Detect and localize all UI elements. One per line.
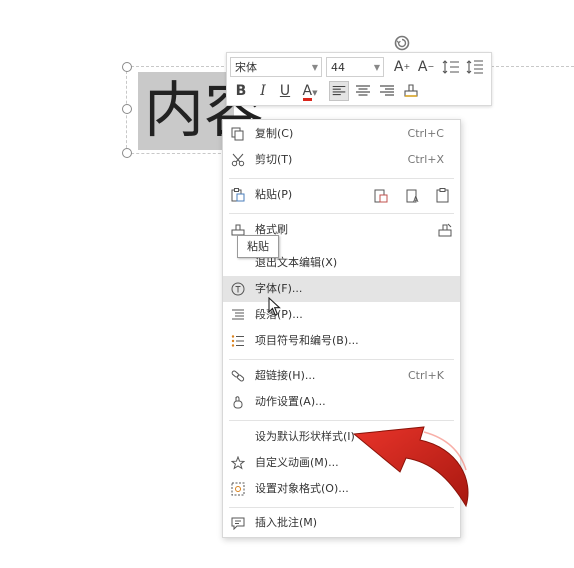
menu-item-label: 超链接(H)... — [255, 369, 316, 382]
menu-item-label: 复制(C) — [255, 127, 294, 140]
underline-button[interactable]: U — [275, 81, 295, 101]
menu-item-label: 剪切(T) — [255, 153, 293, 166]
paste-tooltip: 粘贴 — [237, 235, 279, 258]
mouse-cursor-icon — [268, 297, 281, 316]
paste-text-only-icon[interactable]: A — [405, 188, 421, 204]
menu-item-label: 设为默认形状样式(I) — [255, 430, 355, 443]
paste-special-icon[interactable] — [435, 188, 451, 204]
menu-separator — [229, 359, 454, 360]
menu-item-font[interactable]: 字体(F)... — [223, 276, 460, 302]
menu-item-bullets[interactable]: 项目符号和编号(B)... — [223, 328, 460, 354]
copy-icon — [231, 127, 244, 141]
menu-item-paragraph[interactable]: 段落(P)... — [223, 302, 460, 328]
slide-text-content[interactable]: 内容 — [138, 72, 264, 150]
format-painter-icon[interactable] — [437, 222, 453, 238]
menu-separator — [229, 178, 454, 179]
font-color-button[interactable]: A▼ — [299, 81, 321, 101]
line-spacing-icon[interactable] — [441, 57, 461, 77]
menu-item-label: 项目符号和编号(B)... — [255, 334, 359, 347]
insert-comment-icon — [231, 517, 245, 530]
font-name-value: 宋体 — [235, 61, 257, 74]
action-icon — [233, 396, 243, 409]
font-name-select[interactable]: 宋体 ▼ — [230, 57, 322, 77]
annotation-arrow-icon — [352, 426, 469, 508]
paste-icon — [231, 188, 245, 202]
menu-item-hyperlink[interactable]: 超链接(H)... Ctrl+K — [223, 363, 460, 389]
decrease-font-size-button[interactable]: A− — [415, 57, 437, 77]
menu-item-insert-comment[interactable]: 插入批注(M) — [223, 510, 460, 536]
textbox-border-bottom — [126, 153, 226, 154]
format-painter-icon[interactable] — [401, 81, 421, 101]
align-right-icon[interactable] — [377, 81, 397, 101]
resize-handle-middle-left[interactable] — [122, 104, 132, 114]
rotate-handle-icon[interactable] — [394, 35, 410, 51]
font-size-select[interactable]: 44 ▼ — [326, 57, 384, 77]
menu-item-cut[interactable]: 剪切(T) Ctrl+X — [223, 147, 460, 173]
menu-item-label: 设置对象格式(O)... — [255, 482, 349, 495]
cut-icon — [231, 153, 245, 167]
paragraph-icon — [232, 309, 244, 320]
align-left-icon[interactable] — [329, 81, 349, 101]
menu-item-label: 粘贴(P) — [255, 188, 293, 201]
menu-separator — [229, 213, 454, 214]
bullets-icon — [231, 335, 244, 347]
mini-formatting-toolbar: 宋体 ▼ 44 ▼ A+ A− B I U A▼ — [226, 52, 492, 106]
italic-button[interactable]: I — [253, 81, 273, 101]
font-size-value: 44 — [331, 61, 345, 74]
hyperlink-icon — [231, 370, 245, 382]
format-object-icon — [231, 482, 245, 496]
custom-animation-icon — [231, 456, 245, 470]
svg-text:A: A — [413, 195, 419, 204]
paragraph-spacing-icon[interactable] — [465, 57, 485, 77]
menu-item-paste[interactable]: 粘贴(P) A — [223, 182, 460, 208]
menu-item-shortcut: Ctrl+C — [407, 127, 444, 140]
font-color-letter: A — [302, 83, 313, 101]
align-center-icon[interactable] — [353, 81, 373, 101]
chevron-down-icon: ▼ — [373, 63, 380, 72]
paste-keep-format-icon[interactable] — [373, 188, 389, 204]
menu-item-label: 动作设置(A)... — [255, 395, 326, 408]
resize-handle-bottom-left[interactable] — [122, 148, 132, 158]
bold-button[interactable]: B — [231, 81, 251, 101]
menu-item-copy[interactable]: 复制(C) Ctrl+C — [223, 121, 460, 147]
chevron-down-icon: ▼ — [311, 63, 318, 72]
menu-item-label: 自定义动画(M)... — [255, 456, 339, 469]
menu-item-shortcut: Ctrl+K — [407, 369, 444, 382]
chevron-down-icon: ▼ — [312, 89, 318, 97]
menu-item-shortcut: Ctrl+X — [407, 153, 444, 166]
increase-font-size-button[interactable]: A+ — [391, 57, 413, 77]
resize-handle-top-left[interactable] — [122, 62, 132, 72]
font-icon — [231, 282, 245, 296]
menu-item-label: 插入批注(M) — [255, 516, 318, 529]
